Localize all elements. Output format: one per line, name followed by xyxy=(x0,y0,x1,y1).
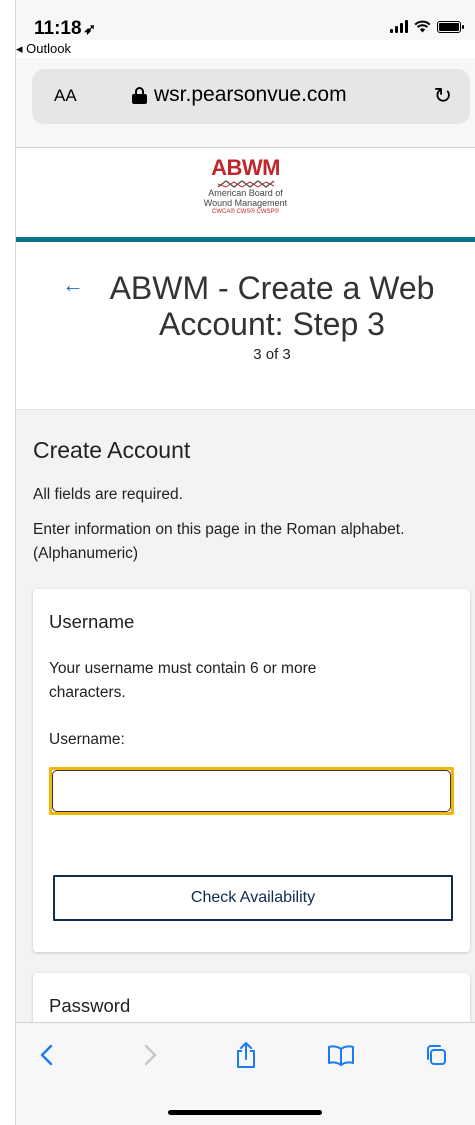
address-bar[interactable]: AA wsr.pearsonvue.com ↻ xyxy=(32,69,470,124)
tabs-icon[interactable] xyxy=(416,1035,456,1075)
wifi-icon xyxy=(414,20,431,33)
alphabet-note: Enter information on this page in the Ro… xyxy=(33,521,405,562)
username-description: Your username must contain 6 or more cha… xyxy=(49,660,317,701)
section-title: Create Account xyxy=(33,437,191,463)
username-label: Username: xyxy=(49,731,125,748)
logo-credentials: CWCA® CWS® CWSP® xyxy=(212,209,279,215)
back-arrow-icon[interactable]: ← xyxy=(62,272,84,298)
step-counter: 3 of 3 xyxy=(253,346,291,363)
battery-icon xyxy=(437,20,464,33)
text-size-button[interactable]: AA xyxy=(54,86,77,106)
url-text: wsr.pearsonvue.com xyxy=(154,83,347,106)
username-focus-ring xyxy=(49,767,454,815)
page-title: ABWM - Create a Web Account: Step 3 xyxy=(109,270,435,342)
page-heading: ← ABWM - Create a Web Account: Step 3 3 … xyxy=(16,242,475,410)
home-indicator[interactable] xyxy=(168,1110,322,1115)
forward-icon[interactable] xyxy=(131,1035,171,1075)
password-card: Password xyxy=(33,973,470,1022)
window-edge xyxy=(15,0,16,1125)
status-bar: 11:18 ➶ xyxy=(16,0,475,40)
cellular-signal-icon xyxy=(390,20,408,33)
lock-icon xyxy=(132,86,147,104)
site-header: ABWM American Board of Wound Management … xyxy=(16,149,475,237)
share-icon[interactable] xyxy=(226,1035,266,1075)
clock: 11:18 ➶ xyxy=(34,18,97,39)
logo-title: ABWM xyxy=(211,155,280,180)
logo-subtitle: American Board of Wound Management xyxy=(203,188,288,208)
username-input[interactable] xyxy=(52,770,451,812)
back-icon[interactable] xyxy=(26,1035,66,1075)
password-heading: Password xyxy=(49,995,131,1016)
browser-address-area: AA wsr.pearsonvue.com ↻ xyxy=(16,58,475,148)
required-note: All fields are required. xyxy=(33,486,183,503)
status-icons xyxy=(390,20,464,33)
username-card: Username Your username must contain 6 or… xyxy=(33,589,470,952)
back-to-app-link[interactable]: ◂ Outlook xyxy=(16,41,71,57)
bookmarks-icon[interactable] xyxy=(321,1035,361,1075)
url-display[interactable]: wsr.pearsonvue.com xyxy=(132,83,347,107)
reload-icon[interactable]: ↻ xyxy=(434,83,452,109)
check-availability-button[interactable]: Check Availability xyxy=(53,875,453,921)
username-heading: Username xyxy=(49,611,135,632)
browser-toolbar xyxy=(16,1022,475,1125)
form-content: Create Account All fields are required. … xyxy=(16,410,475,1022)
logo-wave-icon xyxy=(217,180,274,188)
location-arrow-icon: ➶ xyxy=(83,21,97,38)
